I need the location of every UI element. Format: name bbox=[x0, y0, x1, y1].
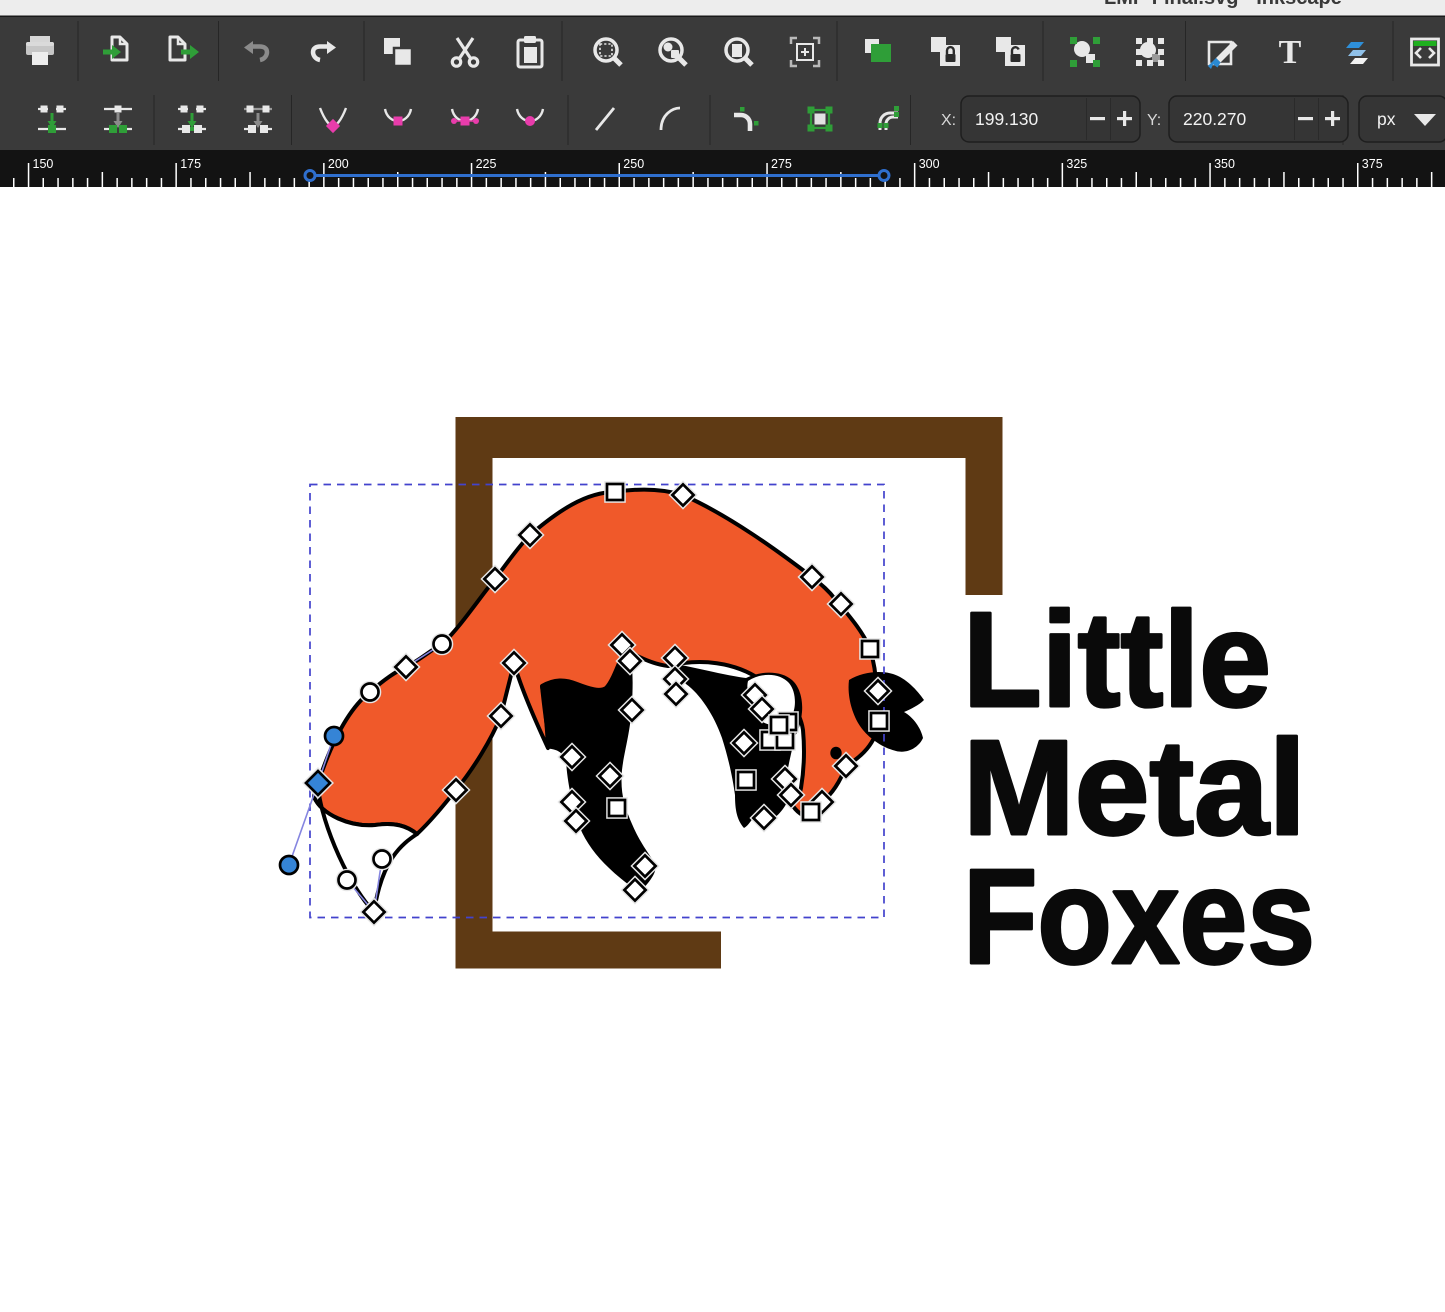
svg-text:300: 300 bbox=[919, 157, 940, 171]
svg-text:X:: X: bbox=[941, 112, 956, 129]
svg-text:150: 150 bbox=[33, 157, 54, 171]
svg-text:Y:: Y: bbox=[1147, 112, 1161, 129]
svg-text:T: T bbox=[1279, 34, 1302, 71]
svg-text:375: 375 bbox=[1362, 157, 1383, 171]
svg-text:325: 325 bbox=[1066, 157, 1087, 171]
svg-text:199.130: 199.130 bbox=[975, 109, 1039, 129]
svg-text:225: 225 bbox=[476, 157, 497, 171]
svg-text:350: 350 bbox=[1214, 157, 1235, 171]
svg-text:px: px bbox=[1377, 109, 1396, 129]
svg-text:250: 250 bbox=[623, 157, 644, 171]
svg-text:Foxes: Foxes bbox=[963, 841, 1315, 992]
svg-text:LMF-Final.svg - Inkscape: LMF-Final.svg - Inkscape bbox=[1104, 0, 1342, 9]
svg-text:200: 200 bbox=[328, 157, 349, 171]
svg-text:275: 275 bbox=[771, 157, 792, 171]
svg-text:220.270: 220.270 bbox=[1183, 109, 1247, 129]
svg-text:175: 175 bbox=[180, 157, 201, 171]
